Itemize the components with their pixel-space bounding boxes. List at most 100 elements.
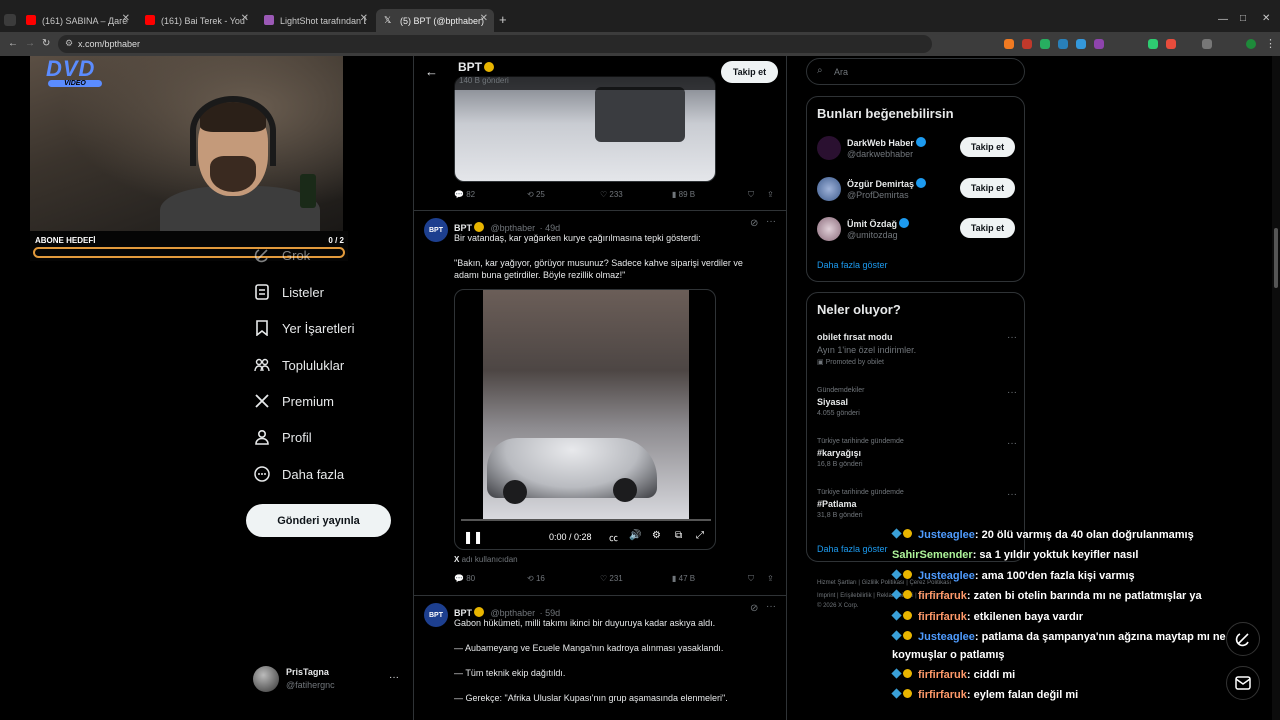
- chat-username[interactable]: Justeaglee: [918, 529, 975, 541]
- avatar: [817, 177, 841, 201]
- window-close-button[interactable]: ✕: [1262, 13, 1270, 24]
- nav-item-bookmarks[interactable]: Yer İşaretleri: [254, 320, 355, 336]
- extension-icon[interactable]: [1094, 39, 1104, 49]
- bookmark-icon[interactable]: ⛉: [748, 574, 754, 584]
- retweet-button[interactable]: ⟲ 25: [527, 190, 545, 199]
- more-icon[interactable]: ···: [766, 216, 776, 227]
- volume-icon[interactable]: 🔊: [629, 530, 641, 541]
- tweet-video[interactable]: ❚❚ 0:00 / 0:28 ㏄ 🔊 ⚙ ⧉ ⤢: [454, 289, 716, 550]
- grok-button[interactable]: [1226, 622, 1260, 656]
- menu-dots-icon[interactable]: ⋮: [1265, 37, 1276, 50]
- close-icon[interactable]: ✕: [122, 13, 130, 24]
- more-icon[interactable]: ···: [1007, 489, 1017, 500]
- like-button[interactable]: ♡ 233: [600, 190, 623, 199]
- tweet-media-image[interactable]: [454, 76, 716, 182]
- browser-tab-1[interactable]: (161) SABINA – Дагестан - YouT ✕: [18, 9, 136, 32]
- video-progress-bar[interactable]: [461, 519, 711, 521]
- grok-icon[interactable]: ⊘: [750, 218, 758, 229]
- search-input[interactable]: ⌕ Ara: [806, 58, 1025, 85]
- browser-tab-4[interactable]: 𝕏 (5) BPT (@bpthaber) / X ✕: [376, 9, 494, 32]
- close-icon[interactable]: ✕: [480, 13, 488, 24]
- page-scrollbar[interactable]: [1272, 56, 1280, 720]
- fullscreen-icon[interactable]: ⤢: [696, 530, 704, 541]
- tab-search-button[interactable]: [4, 14, 16, 26]
- address-bar[interactable]: ⚙ x.com/bpthaber: [58, 35, 932, 53]
- extension-icon[interactable]: [1058, 39, 1068, 49]
- puzzle-icon[interactable]: [1202, 39, 1212, 49]
- scrollbar-thumb[interactable]: [1274, 228, 1278, 288]
- pip-icon[interactable]: ⧉: [675, 530, 682, 541]
- show-more-link[interactable]: Daha fazla göster: [817, 260, 888, 270]
- chat-username[interactable]: Justeaglee: [918, 570, 975, 582]
- show-more-link[interactable]: Daha fazla göster: [817, 544, 888, 554]
- browser-tab-2[interactable]: (161) Bai Terek - YouTube ✕: [137, 9, 255, 32]
- nav-item-profile[interactable]: Profil: [254, 429, 312, 445]
- chat-text: : patlama da şampanya'nın ağzına maytap …: [974, 631, 1226, 643]
- follow-button[interactable]: Takip et: [960, 218, 1015, 238]
- reload-icon[interactable]: ↻: [42, 38, 50, 49]
- settings-icon[interactable]: ⚙: [652, 530, 661, 541]
- nav-item-premium[interactable]: Premium: [254, 393, 334, 409]
- more-icon[interactable]: ···: [1007, 438, 1017, 449]
- captions-icon[interactable]: ㏄: [609, 531, 618, 544]
- trend-item[interactable]: obilet fırsat modu Ayın 1'ine özel indir…: [817, 332, 1017, 366]
- follow-button[interactable]: Takip et: [960, 178, 1015, 198]
- nav-item-communities[interactable]: Topluluklar: [254, 357, 344, 373]
- more-icon[interactable]: ···: [1007, 332, 1017, 343]
- reply-button[interactable]: 💬 80: [454, 574, 475, 583]
- new-tab-button[interactable]: +: [499, 12, 507, 27]
- site-info-icon[interactable]: ⚙: [65, 38, 73, 49]
- account-more-icon[interactable]: ···: [389, 672, 399, 683]
- follow-button[interactable]: Takip et: [960, 137, 1015, 157]
- reply-button[interactable]: 💬 82: [454, 190, 475, 199]
- extension-icon[interactable]: [1040, 39, 1050, 49]
- profile-avatar-icon[interactable]: [1246, 39, 1256, 49]
- chat-message-continuation: koymuşlar o patlamış: [892, 649, 1005, 661]
- nav-item-grok[interactable]: Grok: [254, 247, 310, 263]
- back-arrow-icon[interactable]: ←: [425, 64, 438, 79]
- trend-item[interactable]: Türkiye tarihinde gündemde #karyağışı 16…: [817, 438, 1017, 468]
- extension-icon[interactable]: [1166, 39, 1176, 49]
- messages-button[interactable]: [1226, 666, 1260, 700]
- bookmark-icon[interactable]: ⛉: [748, 190, 754, 200]
- suggestion-row[interactable]: Ümit Özdağ @umitozdag Takip et: [817, 217, 1017, 247]
- extension-icon[interactable]: [1004, 39, 1014, 49]
- grok-icon[interactable]: ⊘: [750, 603, 758, 614]
- nav-item-lists[interactable]: Listeler: [254, 284, 324, 300]
- share-icon[interactable]: ⇪: [767, 190, 774, 199]
- back-arrow-icon[interactable]: ←: [8, 38, 18, 49]
- suggestion-row[interactable]: DarkWeb Haber @darkwebhaber Takip et: [817, 136, 1017, 166]
- avatar[interactable]: BPT: [424, 218, 448, 242]
- more-icon[interactable]: ···: [1007, 387, 1017, 398]
- share-icon[interactable]: ⇪: [767, 574, 774, 583]
- extension-icon[interactable]: [1076, 39, 1086, 49]
- close-icon[interactable]: ✕: [360, 13, 368, 24]
- close-icon[interactable]: ✕: [241, 13, 249, 24]
- views-button[interactable]: ▮ 47 B: [672, 574, 695, 583]
- account-switcher[interactable]: PrisTagna @fatihergnc ···: [253, 666, 403, 696]
- chat-username[interactable]: SahirSemender: [892, 549, 973, 561]
- extension-icon[interactable]: [1022, 39, 1032, 49]
- forward-arrow-icon[interactable]: →: [25, 38, 35, 49]
- chat-username[interactable]: firfirfaruk: [918, 669, 967, 681]
- maximize-button[interactable]: □: [1240, 13, 1246, 24]
- like-button[interactable]: ♡ 231: [600, 574, 623, 583]
- post-button[interactable]: Gönderi yayınla: [246, 504, 391, 537]
- chat-username[interactable]: firfirfaruk: [918, 611, 967, 623]
- minimize-button[interactable]: —: [1218, 14, 1228, 25]
- chat-username[interactable]: firfirfaruk: [918, 689, 967, 701]
- pause-icon[interactable]: ❚❚: [463, 530, 483, 544]
- more-icon[interactable]: ···: [766, 601, 776, 612]
- nav-item-more[interactable]: Daha fazla: [254, 466, 344, 482]
- extension-icon[interactable]: [1148, 39, 1158, 49]
- views-button[interactable]: ▮ 89 B: [672, 190, 695, 199]
- trend-item[interactable]: Türkiye tarihinde gündemde #Patlama 31,8…: [817, 489, 1017, 519]
- avatar[interactable]: BPT: [424, 603, 448, 627]
- suggestion-row[interactable]: Özgür Demirtaş @ProfDemirtas Takip et: [817, 177, 1017, 207]
- follow-button[interactable]: Takip et: [721, 61, 778, 83]
- chat-username[interactable]: Justeaglee: [918, 631, 975, 643]
- retweet-button[interactable]: ⟲ 16: [527, 574, 545, 583]
- browser-tab-3[interactable]: LightShot tarafından Ekran Gör ✕: [256, 9, 374, 32]
- trend-item[interactable]: Gündemdekiler Siyasal 4.055 gönderi ···: [817, 387, 1017, 417]
- chat-username[interactable]: firfirfaruk: [918, 590, 967, 602]
